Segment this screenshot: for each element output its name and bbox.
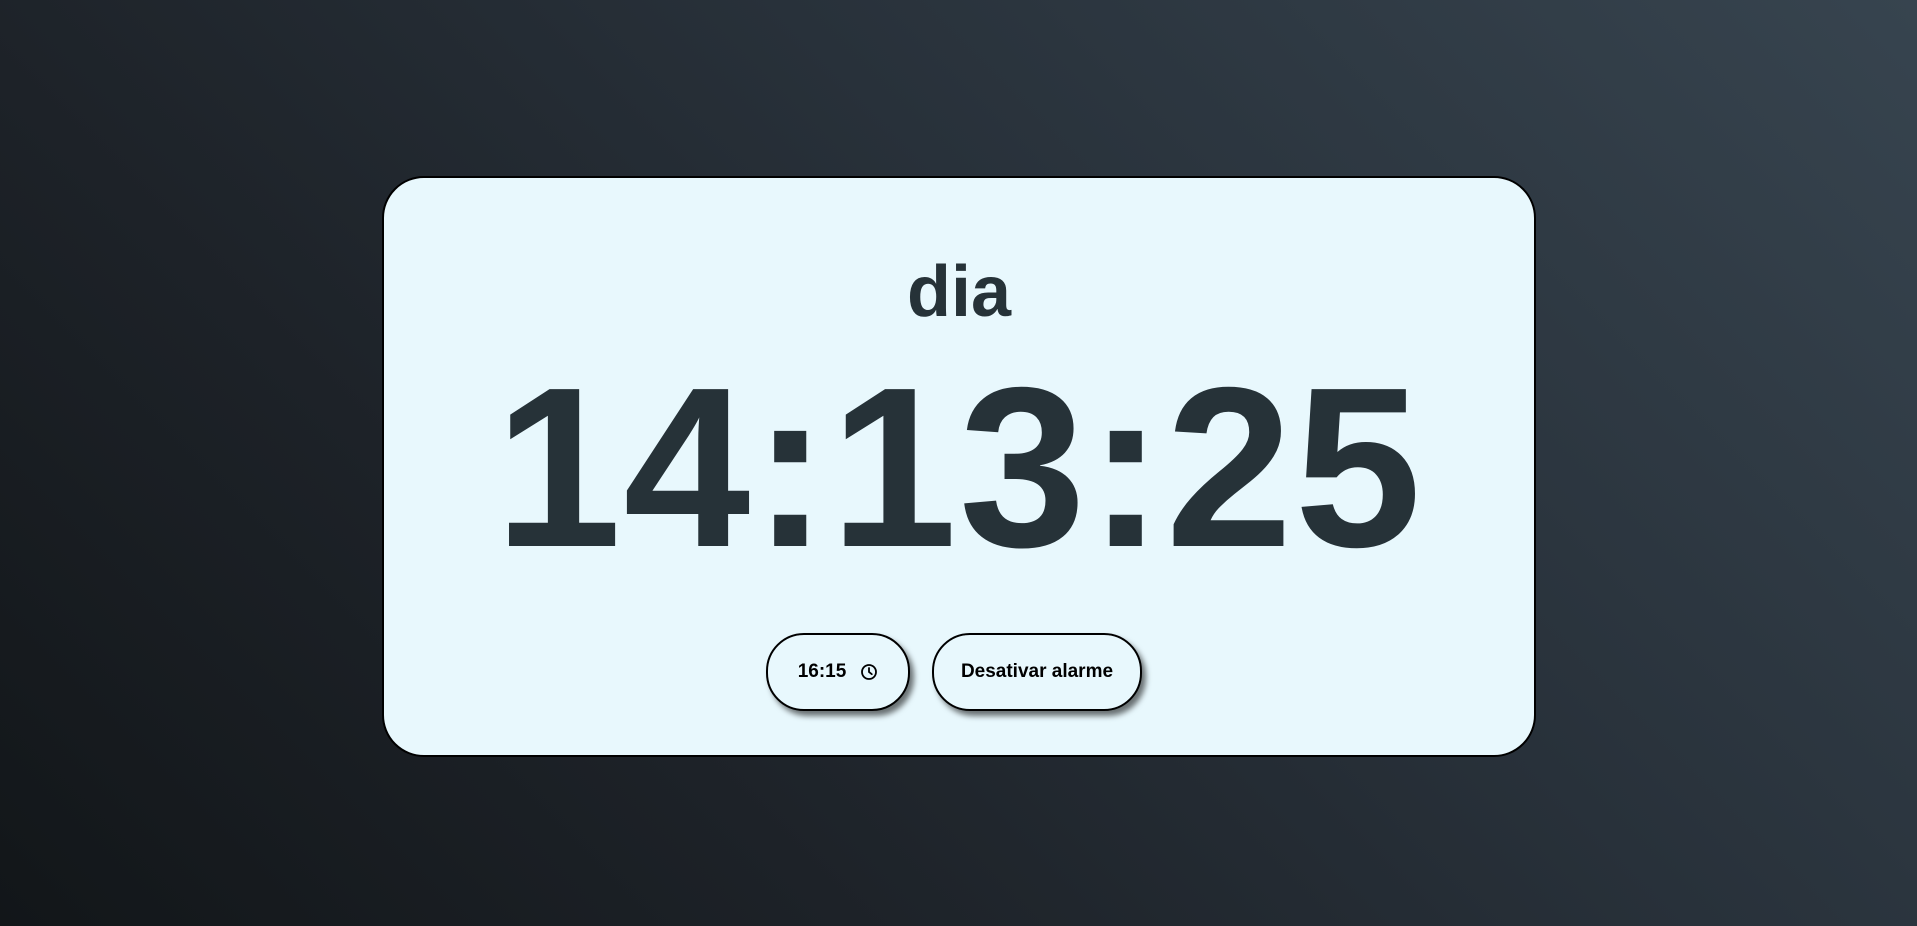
- clock-card: dia 14:13:25 16:15 Desativar alarme: [382, 176, 1536, 757]
- alarm-time-value: 16:15: [797, 661, 847, 682]
- clock-icon[interactable]: [860, 663, 878, 681]
- clock-time: 14:13:25: [494, 341, 1424, 595]
- period-label: dia: [906, 252, 1012, 332]
- alarm-time-input[interactable]: 16:15: [766, 633, 910, 711]
- alarm-controls: 16:15 Desativar alarme: [384, 633, 1534, 711]
- disable-alarm-button[interactable]: Desativar alarme: [932, 633, 1142, 711]
